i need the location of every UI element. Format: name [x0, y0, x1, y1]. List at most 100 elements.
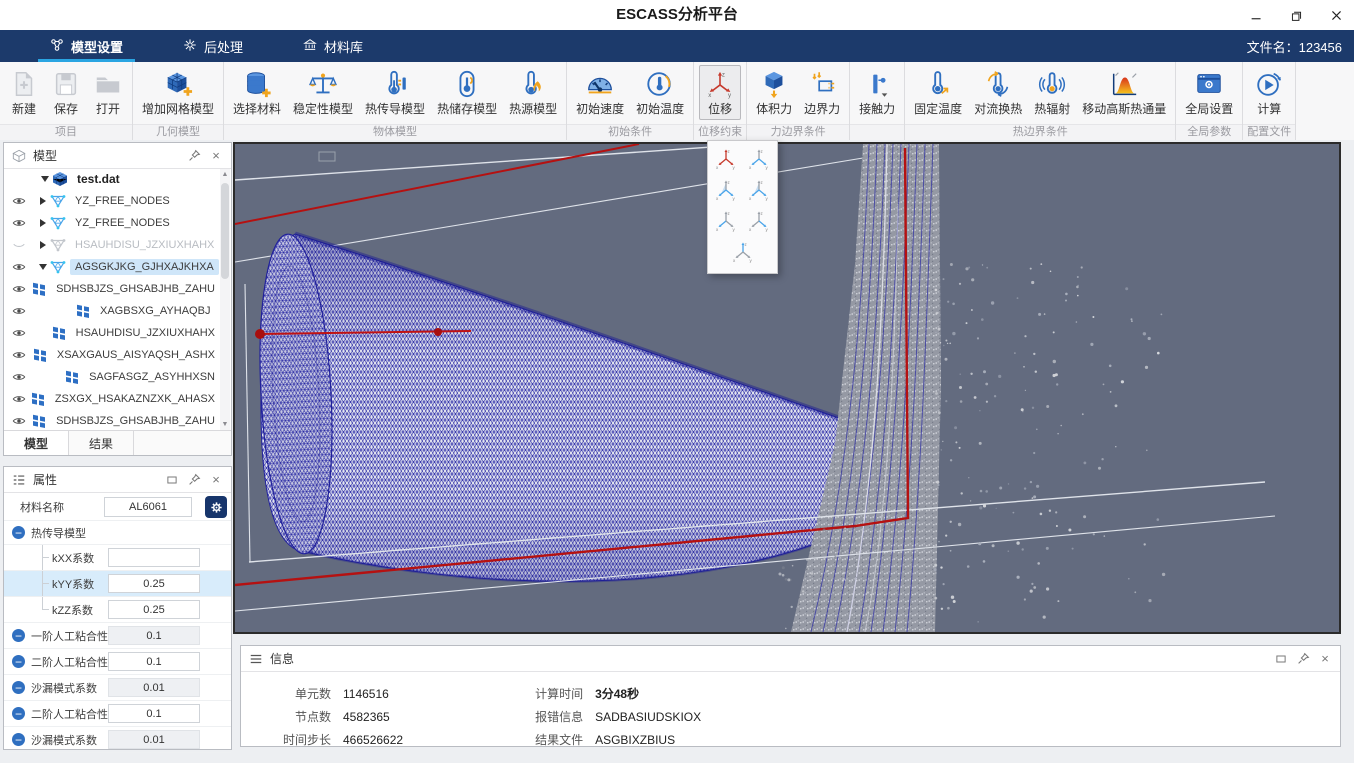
ribbon-button-moving-gauss-flux[interactable]: 移动高斯热通量 [1076, 65, 1172, 120]
model-tree-title: 模型 [33, 147, 57, 164]
ribbon-button-heat-conduction-model[interactable]: 热传导模型 [359, 65, 431, 120]
scroll-thumb[interactable] [221, 183, 229, 279]
collapse-icon[interactable]: − [12, 655, 25, 668]
close-icon[interactable]: × [208, 472, 224, 488]
eye-icon[interactable] [12, 282, 26, 296]
ribbon-button-add-mesh-model[interactable]: 增加网格模型 [136, 65, 220, 120]
chevron-right-icon[interactable] [37, 241, 48, 249]
ribbon-button-open-folder[interactable]: 打开 [87, 65, 129, 120]
tree-item[interactable]: AGSGKJKG_GJHXAJKHXA [4, 256, 220, 278]
ribbon-button-radiation[interactable]: 热辐射 [1028, 65, 1076, 120]
ribbon-button-heat-source-model[interactable]: 热源模型 [503, 65, 563, 120]
restore-panel-icon[interactable] [164, 472, 180, 488]
info-column: 计算时间3分48秒报错信息SADBASIUDSKIOX结果文件ASGBIXZBI… [523, 682, 701, 751]
eye-icon[interactable] [12, 304, 27, 318]
close-icon[interactable]: × [208, 148, 224, 164]
tree-item[interactable]: SDHSBJZS_GHSABJHB_ZAHU [4, 278, 220, 300]
pin-icon[interactable] [186, 472, 202, 488]
ribbon-button-body-force[interactable]: 体积力 [750, 65, 798, 120]
tree-item[interactable]: HSAUHDISU_JZXIUXHAHX [4, 322, 220, 344]
scroll-down-icon[interactable]: ▼ [220, 419, 230, 430]
viewport-canvas[interactable] [235, 144, 1339, 632]
constraint-option-1-icon[interactable]: zxy [714, 146, 738, 172]
ribbon-button-new-file[interactable]: 新建 [3, 65, 45, 120]
ribbon-button-displacement-axes[interactable]: zxy位移 [699, 65, 741, 120]
property-input[interactable] [108, 652, 200, 671]
ribbon-button-save[interactable]: 保存 [45, 65, 87, 120]
tree-item[interactable]: SAGFASGZ_ASYHHXSN [4, 366, 220, 388]
tree-item[interactable]: YZ_FREE_NODES [4, 190, 220, 212]
chevron-right-icon[interactable] [37, 219, 48, 227]
tree-item[interactable]: test.dat [4, 168, 220, 190]
eye-icon[interactable] [12, 392, 26, 406]
ribbon-button-stability-model[interactable]: 稳定性模型 [287, 65, 359, 120]
property-input[interactable] [108, 548, 200, 567]
eye-icon[interactable] [12, 260, 27, 274]
constraint-option-6-icon[interactable]: zxy [747, 208, 771, 234]
ribbon-button-compute[interactable]: 计算 [1248, 65, 1290, 120]
pin-icon[interactable] [1295, 651, 1311, 667]
property-input[interactable] [108, 704, 200, 723]
pin-icon[interactable] [186, 148, 202, 164]
eye-icon[interactable] [12, 370, 26, 384]
constraint-option-2-icon[interactable]: zxy [747, 146, 771, 172]
ribbon-button-boundary-force[interactable]: 边界力 [798, 65, 846, 120]
property-input[interactable] [108, 626, 200, 645]
ribbon-button-initial-velocity[interactable]: 初始速度 [570, 65, 630, 120]
property-input[interactable] [108, 574, 200, 593]
tab-material-lib[interactable]: 材料库 [287, 30, 379, 62]
collapse-icon[interactable]: − [12, 681, 25, 694]
constraint-option-5-icon[interactable]: zxy [714, 208, 738, 234]
restore-icon[interactable] [1288, 7, 1304, 23]
chevron-right-icon[interactable] [37, 197, 48, 205]
ribbon-button-select-material[interactable]: 选择材料 [227, 65, 287, 120]
svg-text:y: y [766, 227, 769, 232]
constraint-option-3-icon[interactable]: zxy [714, 177, 738, 203]
restore-panel-icon[interactable] [1273, 651, 1289, 667]
property-input[interactable] [108, 600, 200, 619]
ribbon-button-convection[interactable]: 对流换热 [968, 65, 1028, 120]
eye-icon[interactable] [12, 194, 27, 208]
tree-item[interactable]: ZSXGX_HSAKAZNZXK_AHASX [4, 388, 220, 410]
tree-tab-model[interactable]: 模型 [4, 431, 69, 455]
collapse-icon[interactable]: − [12, 629, 25, 642]
constraint-option-4-icon[interactable]: zxy [747, 177, 771, 203]
ribbon-button-initial-temperature[interactable]: 初始温度 [630, 65, 690, 120]
tree-item[interactable]: HSAUHDISU_JZXIUXHAHX [4, 234, 220, 256]
compute-icon [1254, 69, 1284, 99]
collapse-icon[interactable]: − [12, 526, 25, 539]
eye-icon[interactable] [12, 348, 26, 362]
eye-icon[interactable] [12, 216, 27, 230]
constraint-option-7-icon[interactable]: zxy [731, 239, 755, 265]
tree-item[interactable]: SDHSBJZS_GHSABJHB_ZAHU [4, 410, 220, 431]
eye-icon[interactable] [12, 414, 26, 428]
tree-item[interactable]: XSAXGAUS_AISYAQSH_ASHX [4, 344, 220, 366]
material-name-input[interactable] [104, 497, 192, 517]
ribbon-button-contact-force[interactable]: 接触力 [853, 65, 901, 120]
tree-scrollbar[interactable]: ▲ ▼ [220, 169, 230, 430]
collapse-icon[interactable]: − [12, 707, 25, 720]
collapse-icon[interactable]: − [12, 733, 25, 746]
eye-icon[interactable] [12, 326, 26, 340]
minimize-icon[interactable] [1248, 7, 1264, 23]
chevron-down-icon[interactable] [37, 264, 48, 270]
ribbon-group-label: 全局参数 [1176, 124, 1242, 140]
svg-text:x: x [749, 227, 752, 232]
viewport-3d[interactable] [233, 142, 1341, 634]
close-icon[interactable]: × [1317, 651, 1333, 667]
scroll-up-icon[interactable]: ▲ [220, 169, 230, 180]
tab-post-process[interactable]: 后处理 [167, 30, 259, 62]
chevron-down-icon[interactable] [39, 176, 50, 182]
tree-item[interactable]: YZ_FREE_NODES [4, 212, 220, 234]
gear-icon[interactable] [205, 496, 227, 518]
tree-tab-result[interactable]: 结果 [69, 431, 134, 455]
ribbon-button-fixed-temperature[interactable]: 固定温度 [908, 65, 968, 120]
property-input[interactable] [108, 730, 200, 749]
eye-off-icon[interactable] [12, 238, 27, 252]
property-input[interactable] [108, 678, 200, 697]
ribbon-button-global-settings[interactable]: 全局设置 [1179, 65, 1239, 120]
tab-model-settings[interactable]: 模型设置 [34, 30, 139, 62]
ribbon-button-heat-storage-model[interactable]: 热储存模型 [431, 65, 503, 120]
close-icon[interactable] [1328, 7, 1344, 23]
tree-item[interactable]: XAGBSXG_AYHAQBJ [4, 300, 220, 322]
